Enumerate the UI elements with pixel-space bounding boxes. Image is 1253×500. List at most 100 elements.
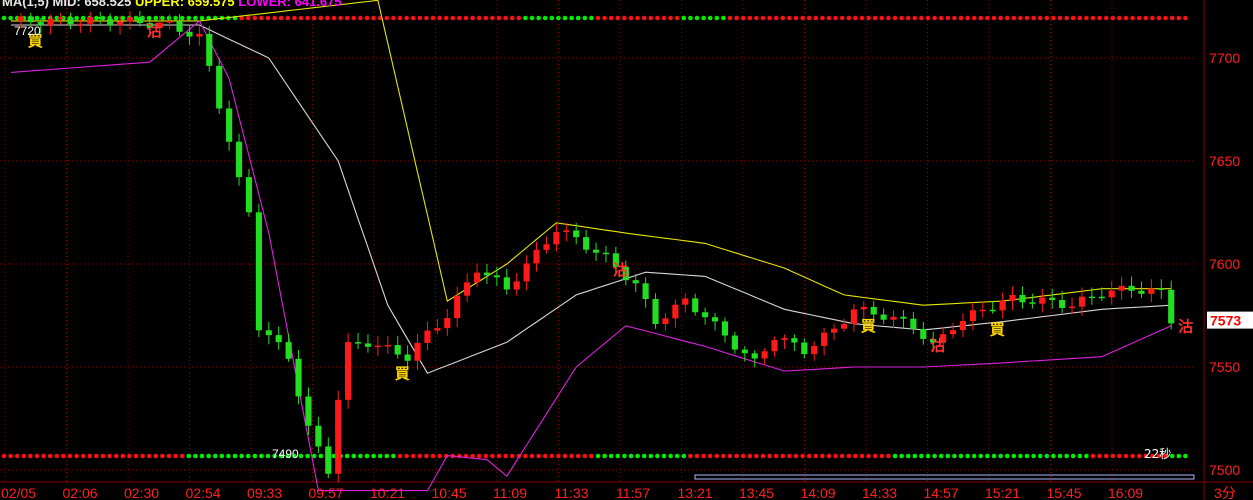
candle-body (77, 23, 84, 26)
signal-dot (424, 453, 429, 459)
signal-dot (820, 15, 825, 21)
signal-dot (826, 15, 832, 21)
signal-dot (569, 15, 574, 21)
upper-band-line (11, 0, 1172, 306)
candle-body (830, 328, 838, 333)
signal-dot (1136, 453, 1142, 459)
signal-dot (265, 453, 271, 459)
signal-label-sell: 沽 (1178, 317, 1193, 335)
candle-body (374, 345, 381, 348)
signal-dot (1117, 453, 1122, 459)
signal-dot (140, 453, 145, 459)
signal-dot (1110, 453, 1116, 459)
signal-dot (648, 453, 654, 459)
signal-dot (80, 453, 86, 459)
signal-dot (648, 15, 654, 21)
candle-body (186, 31, 193, 37)
signal-dot (1044, 15, 1050, 21)
signal-dot (496, 15, 502, 21)
candle-body (592, 249, 600, 253)
signal-dot (971, 15, 977, 21)
signal-dot (298, 15, 304, 21)
signal-dot (430, 15, 436, 21)
candle-body (602, 252, 610, 255)
signal-label-buy: 買 (395, 365, 410, 383)
signal-dot (536, 453, 541, 459)
signal-dot (272, 15, 277, 21)
time-tick-label: 11:33 (555, 485, 589, 500)
signal-dot (853, 15, 858, 21)
signal-dot (364, 15, 370, 21)
signal-dot (562, 15, 568, 21)
signal-dot (866, 453, 871, 459)
signal-dot (410, 453, 416, 459)
signal-dot (872, 453, 878, 459)
signal-dot (965, 453, 970, 459)
signal-dot (655, 453, 660, 459)
signal-dot (727, 15, 733, 21)
signal-dot (74, 453, 79, 459)
signal-dot (569, 453, 574, 459)
signal-dot (153, 15, 159, 21)
signal-dot (1077, 15, 1083, 21)
signal-dot (978, 15, 984, 21)
candle-body (711, 317, 719, 322)
signal-label-sell: 沽 (930, 337, 945, 355)
signal-dot (674, 453, 680, 459)
signal-dot (404, 15, 409, 21)
signal-dot (1084, 453, 1089, 459)
candle-body (315, 425, 322, 447)
signal-dot (1183, 15, 1188, 21)
signal-dot (193, 15, 198, 21)
candle-body (513, 281, 520, 290)
signal-dot (166, 15, 172, 21)
signal-dot (483, 15, 489, 21)
signal-dot (734, 15, 739, 21)
signal-dot (542, 453, 548, 459)
signal-dot (1057, 15, 1063, 21)
signal-dot (490, 15, 495, 21)
signal-dot (74, 15, 79, 21)
signal-dot (615, 453, 621, 459)
candle-body (47, 18, 54, 26)
candle-body (850, 309, 857, 325)
candle-body (920, 328, 927, 339)
candle-body (721, 321, 729, 336)
signal-dot (661, 453, 667, 459)
signal-dot (694, 453, 700, 459)
candle-body (821, 332, 828, 346)
time-tick-label: 02:06 (63, 485, 98, 500)
signal-dot (912, 453, 918, 459)
time-tick-label: 09:57 (309, 485, 344, 500)
signal-dot (760, 453, 766, 459)
price-tick-label: 7550 (1209, 359, 1240, 375)
signal-dot (1183, 453, 1188, 459)
signal-dot (1169, 15, 1175, 21)
signal-dot (384, 453, 390, 459)
signal-dot (879, 453, 885, 459)
signal-label-buy: 買 (861, 317, 876, 335)
candle-body (245, 177, 253, 213)
signal-dot (496, 453, 502, 459)
signal-dot (754, 453, 759, 459)
signal-dot (800, 15, 805, 21)
price-axis: 7500 7550 7600 7650 7700 7573 (1207, 50, 1253, 478)
signal-dot (1156, 15, 1162, 21)
indicator-upper-label: UPPER: 659.575 (134, 0, 239, 9)
time-axis: 02/05 02:06 02:30 02:54 09:33 09:57 10:21 10:45… (1, 485, 1236, 500)
candle-body (226, 108, 233, 142)
candle-body (890, 316, 897, 320)
signal-dot (1037, 15, 1043, 21)
signal-dot (1136, 15, 1142, 21)
trade-signals: 買沽買沽買沽買沽 (28, 22, 1193, 383)
signal-dot (503, 15, 508, 21)
candle-body (67, 17, 74, 25)
signal-dot (602, 453, 607, 459)
signal-dot (793, 453, 799, 459)
signal-dot (866, 15, 871, 21)
signal-dot (424, 15, 429, 21)
signal-dot (694, 15, 700, 21)
time-tick-label: 10:21 (370, 485, 405, 500)
signal-dot (998, 453, 1003, 459)
signal-dot (34, 453, 40, 459)
